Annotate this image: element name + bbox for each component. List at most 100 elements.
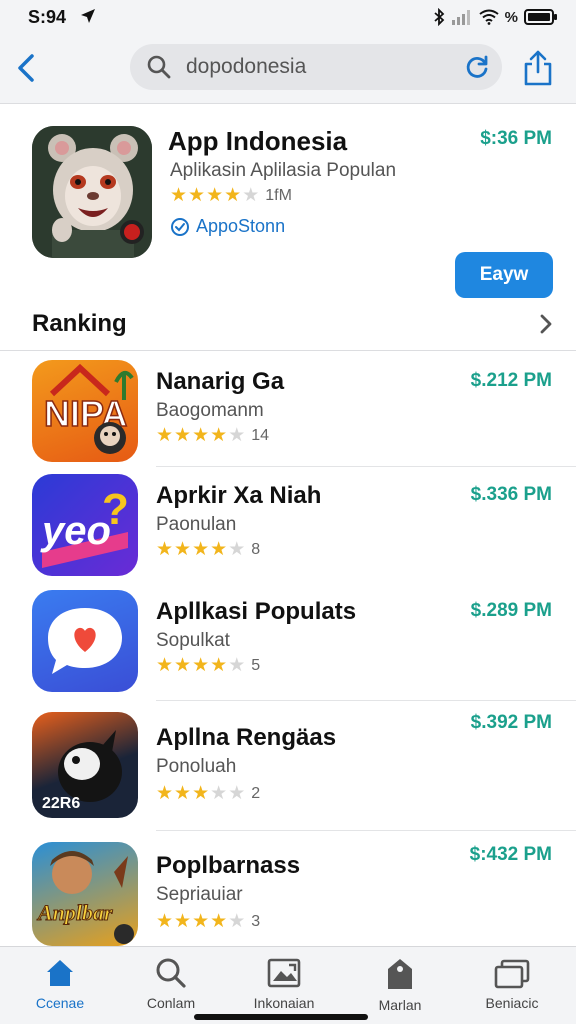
featured-app-card[interactable]: App Indonesia Aplikasin Aplilasia Popula…: [0, 104, 576, 352]
star-icon: ★: [174, 539, 192, 560]
star-icon: ★: [156, 539, 174, 560]
star-icon: ★: [156, 783, 174, 804]
app-name: Nanarig Ga: [156, 368, 285, 395]
featured-app-price: $:36 PM: [480, 128, 552, 149]
chevron-left-icon: [18, 54, 34, 82]
star-icon: ★: [192, 783, 210, 804]
anplbar-game-icon[interactable]: Anplbar: [32, 842, 138, 946]
tab-label: Conlam: [146, 995, 196, 1011]
status-time: S:94: [28, 7, 67, 27]
chevron-right-icon[interactable]: [538, 312, 554, 336]
star-icon: ★: [188, 185, 206, 206]
star-rating: ★ ★ ★ ★ ★: [156, 784, 245, 803]
search-input[interactable]: dopodonesia: [186, 55, 306, 79]
star-icon: ★: [228, 425, 246, 446]
battery-icon: [524, 9, 557, 25]
app-name: Poplbarnass: [156, 852, 301, 879]
app-name: Aprkir Xa Niah: [156, 482, 322, 509]
star-rating: ★ ★ ★ ★ ★: [156, 656, 245, 675]
home-indicator: [194, 1014, 368, 1020]
back-button[interactable]: [10, 50, 42, 86]
verified-badge: AppoStonn: [170, 216, 285, 237]
star-icon: ★: [210, 539, 228, 560]
star-icon: ★: [228, 783, 246, 804]
home-icon: [47, 960, 73, 986]
tab-label: Inkonaian: [253, 995, 315, 1011]
icon-text: 22R6: [42, 795, 80, 812]
tag-icon: [388, 959, 412, 989]
rating-count: 14: [251, 426, 270, 444]
yeo-chat-icon[interactable]: yeo ?: [32, 474, 138, 576]
star-icon: ★: [156, 911, 174, 932]
heart-chat-bubble-icon[interactable]: [32, 590, 138, 692]
app-subtitle: Sepriauiar: [156, 884, 243, 905]
app-price: $:432 PM: [469, 844, 552, 865]
star-icon: ★: [192, 655, 210, 676]
app-subtitle: Sopulkat: [156, 630, 230, 651]
search-icon: [156, 958, 186, 988]
app-price: $.289 PM: [470, 600, 552, 621]
app-price: $.392 PM: [470, 712, 552, 733]
section-title: Ranking: [32, 310, 127, 337]
star-icon: ★: [174, 911, 192, 932]
app-rating: ★ ★ ★ ★ ★ 2: [156, 784, 260, 803]
app-name: Apllna Rengäas: [156, 724, 337, 751]
featured-app-icon[interactable]: [32, 126, 152, 258]
list-item[interactable]: Apllkasi Populats Sopulkat ★ ★ ★ ★ ★ 5 $.289…: [0, 582, 576, 701]
checkmark-circle-icon: [171, 217, 189, 236]
star-icon: ★: [210, 911, 228, 932]
status-bar: S:94 %: [0, 0, 576, 36]
tab-other[interactable]: Beniacic: [462, 957, 562, 1019]
star-rating: ★ ★ ★ ★ ★: [170, 186, 259, 205]
featured-app-title: App Indonesia: [168, 126, 348, 156]
star-icon: ★: [228, 539, 246, 560]
panda-game-icon[interactable]: 22R6: [32, 712, 138, 818]
get-button[interactable]: Eayw: [455, 252, 553, 298]
star-rating: ★ ★ ★ ★ ★: [156, 912, 245, 931]
featured-app-rating: ★ ★ ★ ★ ★ 1fM: [170, 186, 292, 205]
refresh-icon[interactable]: [464, 54, 490, 80]
star-icon: ★: [210, 783, 228, 804]
search-bar[interactable]: dopodonesia: [130, 44, 502, 90]
rating-count: 1fM: [265, 186, 292, 204]
icon-text: Anplbar: [36, 900, 113, 925]
search-icon: [147, 55, 171, 79]
list-item[interactable]: 22R6 Apllna Rengäas Ponoluah ★ ★ ★ ★ ★ 2 $.3…: [0, 700, 576, 831]
star-icon: ★: [228, 911, 246, 932]
star-icon: ★: [156, 425, 174, 446]
verified-label: AppoStonn: [196, 216, 286, 236]
tab-home[interactable]: Ccenae: [10, 957, 110, 1019]
star-icon: ★: [206, 185, 224, 206]
rating-count: 3: [251, 912, 261, 930]
app-rating: ★ ★ ★ ★ ★ 3: [156, 912, 260, 931]
app-rating: ★ ★ ★ ★ ★ 14: [156, 426, 269, 445]
list-item[interactable]: yeo ? Aprkir Xa Niah Paonulan ★ ★ ★ ★ ★ 8 $.…: [0, 466, 576, 582]
nav-bar: dopodonesia: [0, 36, 576, 104]
tab-bar: Ccenae Conlam Inkonaian Marlan Beniacic: [0, 946, 576, 1024]
tab-market[interactable]: Marlan: [350, 957, 450, 1019]
tab-label: Beniacic: [485, 995, 539, 1011]
star-icon: ★: [174, 655, 192, 676]
location-arrow-icon: [81, 9, 95, 23]
share-button[interactable]: [518, 48, 558, 88]
star-icon: ★: [210, 425, 228, 446]
signal-icon: [451, 10, 470, 25]
tab-label: Ccenae: [35, 995, 85, 1011]
star-icon: ★: [224, 185, 242, 206]
icon-text: yeo: [40, 509, 111, 553]
svg-text:?: ?: [102, 485, 129, 534]
tab-info[interactable]: Inkonaian: [234, 957, 334, 1019]
app-price: $.336 PM: [470, 484, 552, 505]
list-item[interactable]: NIPA Nanarig Ga Baogomanm ★ ★ ★ ★ ★ 14 $.212…: [0, 352, 576, 467]
rat-mascot-icon: [32, 126, 152, 258]
app-subtitle: Baogomanm: [156, 400, 264, 421]
star-icon: ★: [156, 655, 174, 676]
rating-count: 8: [251, 540, 261, 558]
star-icon: ★: [242, 185, 260, 206]
nipa-house-game-icon[interactable]: NIPA: [32, 360, 138, 462]
rating-count: 2: [251, 784, 261, 802]
tab-search[interactable]: Conlam: [121, 957, 221, 1019]
list-item[interactable]: Anplbar Poplbarnass Sepriauiar ★ ★ ★ ★ ★ 3 $…: [0, 830, 576, 946]
star-icon: ★: [174, 783, 192, 804]
star-icon: ★: [192, 425, 210, 446]
